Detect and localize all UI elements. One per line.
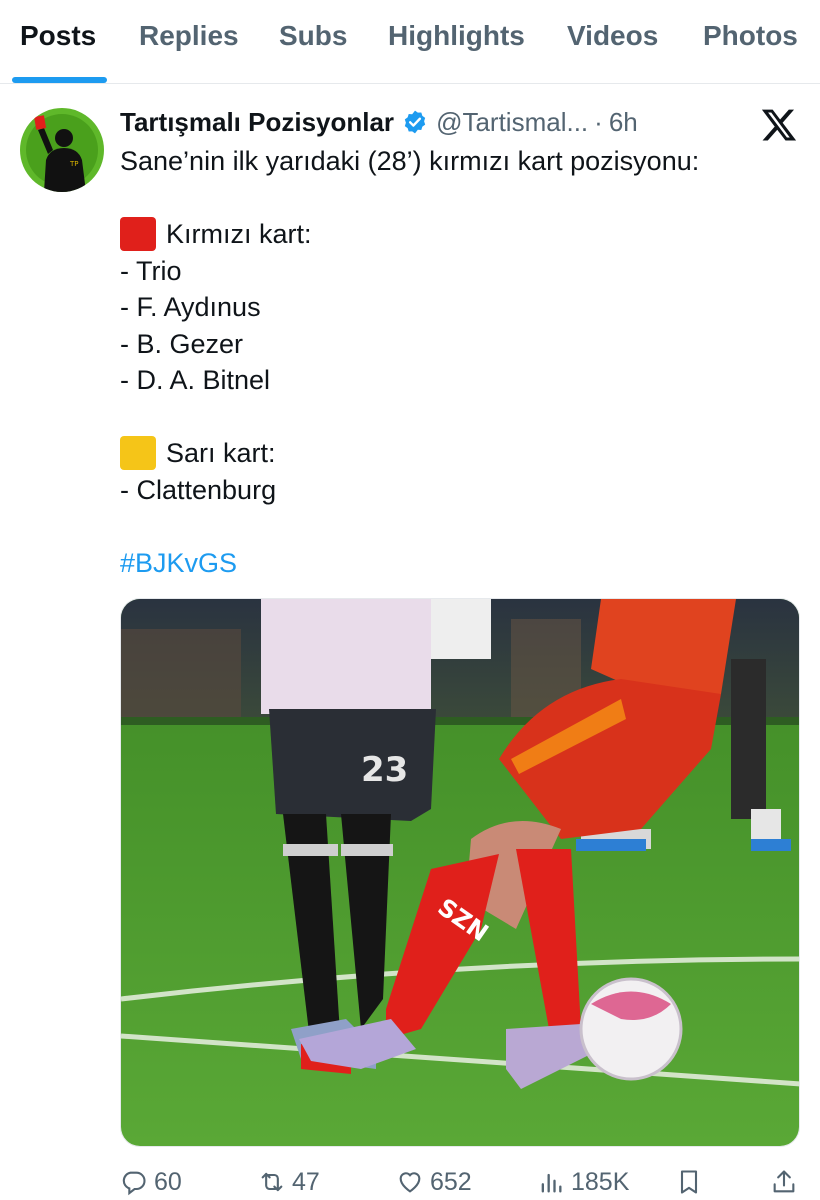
author-handle[interactable]: @Tartismal... (436, 103, 588, 141)
x-logo-icon (761, 109, 797, 141)
tab-highlights[interactable]: Highlights (388, 14, 525, 58)
tab-replies[interactable]: Replies (139, 14, 239, 58)
like-icon (399, 1172, 421, 1193)
bookmark-icon (680, 1170, 698, 1194)
avatar-image: TP (20, 108, 104, 192)
bookmark-button[interactable] (675, 1162, 709, 1200)
post-media-photo[interactable]: 23 SZN (120, 598, 800, 1147)
hashtag-link[interactable]: #BJKvGS (120, 545, 800, 582)
views-icon (541, 1173, 562, 1193)
author-name[interactable]: Tartışmalı Pozisyonlar (120, 103, 394, 141)
post-time[interactable]: 6h (609, 103, 638, 141)
tab-photos[interactable]: Photos (703, 14, 798, 58)
share-icon (773, 1170, 795, 1193)
share-button[interactable] (770, 1162, 804, 1200)
active-tab-indicator (12, 77, 107, 83)
verified-badge-icon (404, 110, 426, 134)
red-card-heading-text: Kırmızı kart: (166, 219, 312, 249)
tab-posts[interactable]: Posts (20, 14, 96, 58)
yellow-card-icon (120, 436, 156, 471)
reply-count: 60 (154, 1167, 182, 1196)
reply-icon (122, 1171, 146, 1196)
red-card-heading: Kırmızı kart: (120, 216, 800, 253)
red-card-icon (120, 217, 156, 252)
repost-button[interactable]: 47 (258, 1162, 320, 1200)
meta-separator: · (594, 107, 603, 137)
yellow-card-heading-text: Sarı kart: (166, 438, 276, 468)
repost-icon (261, 1172, 283, 1192)
jersey-number-text: 23 (361, 750, 408, 790)
red-card-item: - Trio (120, 255, 182, 286)
red-card-item: - F. Aydınus (120, 292, 261, 322)
repost-count: 47 (292, 1167, 320, 1196)
tab-videos[interactable]: Videos (567, 14, 658, 58)
profile-tabs: Posts Replies Subs Highlights Videos Pho… (0, 0, 820, 84)
avatar[interactable]: TP (20, 108, 104, 192)
red-card-item: - D. A. Bitnel (120, 365, 271, 395)
red-card-item: - B. Gezer (120, 328, 244, 359)
avatar-monogram: TP (69, 160, 79, 168)
like-button[interactable]: 652 (396, 1162, 472, 1200)
reply-button[interactable]: 60 (120, 1162, 182, 1200)
like-count: 652 (430, 1167, 472, 1196)
tab-subs[interactable]: Subs (279, 14, 347, 58)
post-header: Tartışmalı Pozisyonlar @Tartismal... · 6… (120, 103, 638, 141)
post-line-intro: Sane’nin ilk yarıdaki (28’) kırmızı kart… (120, 146, 700, 176)
post-text: Sane’nin ilk yarıdaki (28’) kırmızı kart… (120, 143, 800, 581)
football-photo: 23 SZN (121, 599, 799, 1146)
yellow-card-heading: Sarı kart: (120, 435, 800, 472)
views-button[interactable]: 185K (537, 1162, 629, 1200)
post-actions: 60 47 652 185K (120, 1162, 810, 1200)
views-count: 185K (571, 1167, 630, 1196)
yellow-card-item: - Clattenburg (120, 474, 277, 505)
